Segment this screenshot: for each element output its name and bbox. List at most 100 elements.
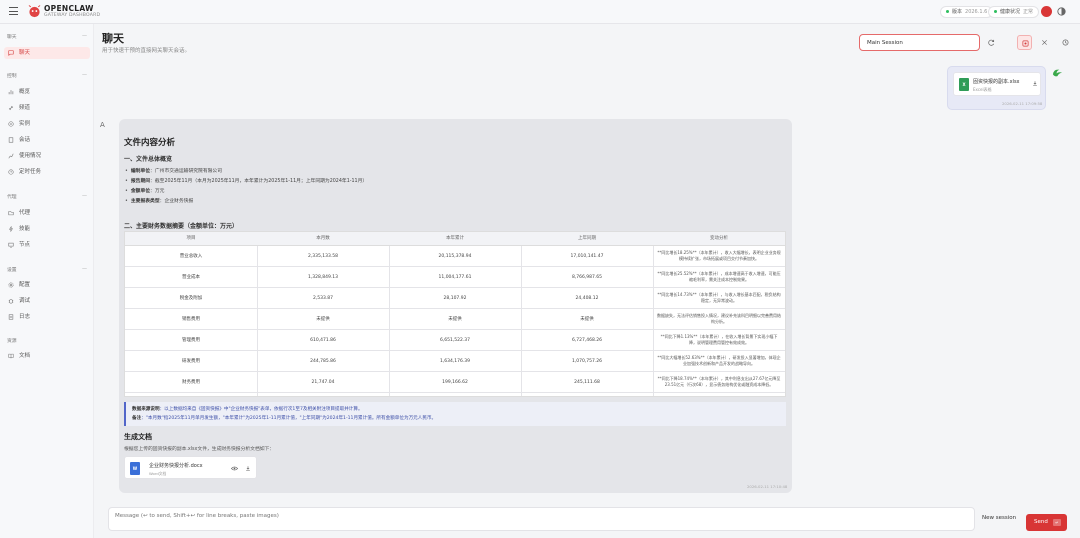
sidebar-item-logs[interactable]: 日志 bbox=[4, 311, 90, 323]
sidebar-item-config[interactable]: 配置 bbox=[4, 279, 90, 291]
sidebar-section-agents[interactable]: 代理 — bbox=[7, 193, 87, 200]
table-cell-prior: 1,070,757.26 bbox=[571, 359, 603, 364]
table-cell-month: 244,785.86 bbox=[310, 359, 336, 364]
table-cell-prior: 17,010,141.47 bbox=[570, 254, 604, 259]
health-label: 健康状况 bbox=[1000, 9, 1021, 15]
document-icon bbox=[8, 137, 14, 143]
version-value: 2026.1.6 bbox=[965, 9, 988, 15]
table-row: 财务费用 21,747.04 199,166.62 245,111.68 **同比下降1… bbox=[125, 373, 785, 393]
sidebar-item-instances[interactable]: 实例 bbox=[4, 118, 90, 130]
table-cell-prior: 24,408.12 bbox=[575, 296, 599, 301]
table-cell-ytd: 28,107.92 bbox=[443, 296, 467, 301]
send-button[interactable]: Send ↵ bbox=[1026, 514, 1067, 531]
overview-item: 主要报表类型：企业财务快报 bbox=[125, 197, 193, 204]
table-cell-month: 21,747.04 bbox=[311, 380, 335, 385]
monitor-icon bbox=[8, 242, 14, 248]
table-cell-analysis: **同比下降18.74%**（本年累计），其中利息支出从27.67亿元降至23.… bbox=[657, 376, 781, 387]
sidebar: 聊天 — 聊天 控制 — 概览 频道 实例 会话 使用情况 定时任务 代理 — 代理 … bbox=[0, 24, 94, 538]
financial-table: 项目 本月数 本年累计 上年同期 变动分析 营业总收入 2,335,133.58 2… bbox=[124, 231, 786, 397]
remark-note-line: 备注："本月数"指2025年11月单月发生额，"本年累计"为2025年1-11月… bbox=[132, 416, 437, 421]
menu-icon[interactable] bbox=[9, 7, 18, 15]
table-cell-item: 税金及附加 bbox=[179, 296, 203, 301]
table-cell-item: 营业成本 bbox=[182, 275, 200, 280]
table-cell-prior: 245,111.68 bbox=[574, 380, 600, 385]
sidebar-item-skills[interactable]: 技能 bbox=[4, 223, 90, 235]
message-time: 2026-02-11 17:10:48 bbox=[747, 484, 788, 489]
table-header: 项目 本月数 本年累计 上年同期 变动分析 bbox=[125, 232, 785, 246]
table-cell-ytd: 20,115,378.94 bbox=[438, 254, 472, 259]
overview-item: 报告期间：截至2025年11月（本月为2025年11月，本年累计为2025年1-… bbox=[125, 177, 367, 184]
table-cell-item: 财务费用 bbox=[182, 380, 200, 385]
user-avatar-icon bbox=[1052, 69, 1063, 77]
section-heading: 一、文件总体概览 bbox=[124, 156, 173, 163]
page-subtitle: 用于快速干预的直接网关聊天会话。 bbox=[102, 48, 191, 54]
send-label: Send bbox=[1034, 519, 1048, 525]
column-header[interactable]: 本月数 bbox=[257, 232, 389, 246]
sidebar-item-label: 使用情况 bbox=[19, 153, 42, 159]
collapse-icon bbox=[1042, 40, 1047, 45]
bug-icon bbox=[8, 299, 14, 304]
sidebar-item-channels[interactable]: 频道 bbox=[4, 102, 90, 114]
sidebar-item-label: 聊天 bbox=[19, 50, 31, 56]
sidebar-item-label: 会话 bbox=[19, 137, 31, 143]
sidebar-section-resources[interactable]: 资源 bbox=[7, 337, 87, 344]
bar-chart-icon bbox=[8, 90, 14, 95]
sidebar-section-control[interactable]: 控制 — bbox=[7, 72, 87, 79]
table-row: 研发费用 244,785.86 1,634,176.39 1,070,757.26 **… bbox=[125, 352, 785, 372]
sidebar-item-sessions[interactable]: 会话 bbox=[4, 134, 90, 146]
theme-icon[interactable] bbox=[1056, 6, 1067, 17]
focus-icon bbox=[1022, 40, 1029, 47]
sidebar-item-label: 实例 bbox=[19, 121, 31, 127]
table-cell-analysis: **同比增长18.25%**（本年累计），收入大幅增长，表明企业业务规模持续扩张… bbox=[657, 250, 781, 261]
download-icon[interactable] bbox=[245, 465, 251, 472]
sidebar-item-label: 日志 bbox=[19, 314, 31, 320]
column-header[interactable]: 项目 bbox=[125, 232, 257, 246]
table-cell-prior: 6,727,468.26 bbox=[571, 338, 603, 343]
link-icon bbox=[8, 105, 14, 111]
collapse-button[interactable] bbox=[1037, 35, 1052, 50]
table-cell-item: 销售费用 bbox=[182, 317, 200, 322]
brand-subtitle: GATEWAY DASHBOARD bbox=[44, 13, 101, 18]
column-header[interactable]: 上年同期 bbox=[521, 232, 653, 246]
sidebar-section-settings[interactable]: 设置 — bbox=[7, 266, 87, 273]
source-note-line: 数据来源说明：以上数据均来自《固资快报》中"企业财务快报"表单，依据行次1至7及… bbox=[132, 407, 363, 412]
sidebar-item-docs[interactable]: 文档 bbox=[4, 350, 90, 362]
sidebar-item-usage[interactable]: 使用情况 bbox=[4, 150, 90, 162]
sidebar-item-debug[interactable]: 调试 bbox=[4, 295, 90, 307]
column-header[interactable]: 变动分析 bbox=[653, 232, 785, 246]
chart-icon bbox=[8, 153, 14, 159]
refresh-icon bbox=[988, 39, 995, 46]
preview-icon[interactable] bbox=[231, 466, 238, 471]
sidebar-item-label: 频道 bbox=[19, 105, 31, 111]
refresh-button[interactable] bbox=[984, 35, 999, 50]
table-cell-month: 610,471.86 bbox=[310, 338, 336, 343]
sidebar-section-chat[interactable]: 聊天 — bbox=[7, 33, 87, 40]
sidebar-item-chat[interactable]: 聊天 bbox=[4, 47, 90, 59]
sidebar-item-nodes[interactable]: 节点 bbox=[4, 239, 90, 251]
message-input[interactable] bbox=[108, 507, 975, 531]
avatar[interactable] bbox=[1041, 6, 1052, 17]
sidebar-item-agents[interactable]: 代理 bbox=[4, 207, 90, 219]
focus-mode-button[interactable] bbox=[1017, 35, 1032, 50]
sidebar-item-label: 代理 bbox=[19, 210, 31, 216]
sidebar-item-overview[interactable]: 概览 bbox=[4, 86, 90, 98]
generated-doc-title: 生成文档 bbox=[124, 433, 152, 441]
table-cell-month: 1,328,849.13 bbox=[307, 275, 339, 280]
attachment-card[interactable]: X 固资快报的副本.xlsx Excel表格 bbox=[953, 72, 1041, 96]
download-icon[interactable] bbox=[1032, 80, 1038, 87]
table-cell-analysis: 数据缺失，无法评估销售投入情况，建议补充该科目明细以完善费用结构分析。 bbox=[657, 313, 781, 324]
session-select[interactable] bbox=[859, 34, 980, 51]
history-button[interactable] bbox=[1058, 35, 1073, 50]
table-cell-ytd: 1,634,176.39 bbox=[439, 359, 471, 364]
sidebar-item-label: 文档 bbox=[19, 353, 31, 359]
table-row: 管理费用 610,471.86 6,651,522.37 6,727,468.26 **… bbox=[125, 331, 785, 351]
book-icon bbox=[8, 353, 14, 359]
column-header[interactable]: 本年累计 bbox=[389, 232, 521, 246]
sidebar-item-cron[interactable]: 定时任务 bbox=[4, 166, 90, 178]
table-cell-ytd: 未提供 bbox=[448, 317, 462, 322]
generated-file-card[interactable]: W 企业财务快报分析.docx Word文档 bbox=[124, 456, 257, 479]
folder-icon bbox=[8, 211, 14, 216]
new-session-button[interactable]: New session bbox=[982, 515, 1016, 521]
user-message: X 固资快报的副本.xlsx Excel表格 2026-02-11 17:09:… bbox=[947, 66, 1046, 110]
attachment-type: Excel表格 bbox=[973, 87, 992, 92]
